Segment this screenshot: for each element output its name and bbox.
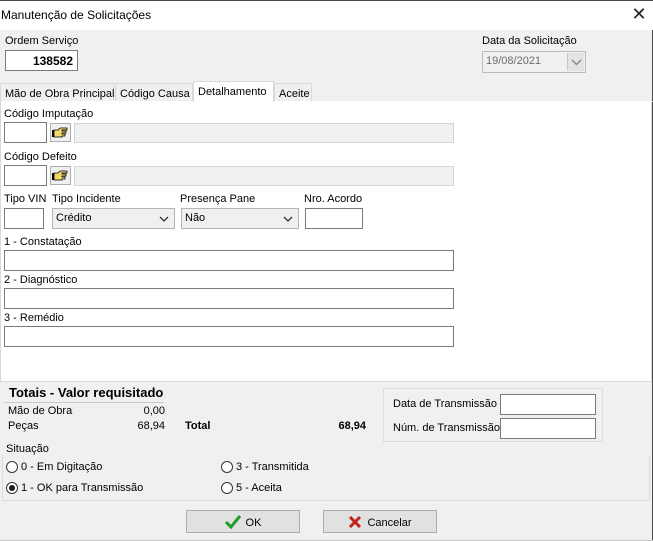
tab-mao-de-obra[interactable]: Mão de Obra Principal — [0, 83, 114, 102]
tab-detalhamento[interactable]: Detalhamento — [193, 81, 274, 102]
codigo-defeito-input[interactable] — [4, 165, 47, 186]
ok-button-label: OK — [245, 517, 262, 529]
mao-de-obra-value: 0,00 — [143, 405, 165, 417]
presenca-pane-value: Não — [185, 212, 206, 224]
data-transmissao-input[interactable] — [500, 394, 596, 415]
cancel-button-label: Cancelar — [367, 517, 412, 529]
tipo-incidente-label: Tipo Incidente — [52, 193, 121, 205]
radio-ok-transmissao-label[interactable]: 1 - OK para Transmissão — [21, 482, 143, 494]
radio-ok-transmissao[interactable] — [6, 482, 18, 494]
total-label: Total — [185, 420, 211, 432]
nro-acordo-label: Nro. Acordo — [304, 193, 363, 205]
window-title: Manutenção de Solicitações — [1, 8, 152, 22]
ok-button[interactable]: OK — [186, 510, 300, 533]
num-transmissao-label: Núm. de Transmissão — [393, 422, 500, 434]
ordem-servico-label: Ordem Serviço — [5, 35, 79, 47]
data-solicitacao-label: Data da Solicitação — [482, 35, 577, 47]
remedio-label: 3 - Remédio — [4, 312, 64, 324]
tipo-vin-input[interactable] — [4, 208, 44, 229]
defeito-lookup-button[interactable] — [50, 166, 71, 185]
data-transmissao-label: Data de Transmissão — [393, 398, 497, 410]
totais-title: Totais - Valor requisitado — [9, 385, 164, 400]
chevron-down-icon — [159, 216, 169, 222]
nro-acordo-input[interactable] — [305, 208, 363, 229]
cancel-button[interactable]: Cancelar — [323, 510, 437, 533]
presenca-pane-label: Presença Pane — [180, 193, 256, 205]
radio-transmitida[interactable] — [221, 461, 233, 473]
constatacao-input[interactable] — [4, 250, 454, 271]
tipo-vin-label: Tipo VIN — [4, 193, 47, 205]
radio-transmitida-label[interactable]: 3 - Transmitida — [236, 461, 309, 473]
radio-aceita-label[interactable]: 5 - Aceita — [236, 482, 282, 494]
codigo-defeito-label: Código Defeito — [4, 151, 77, 163]
totals-divider — [4, 402, 164, 403]
tipo-incidente-value: Crédito — [56, 212, 92, 224]
x-cross-icon — [349, 515, 362, 529]
imputacao-lookup-button[interactable] — [50, 123, 71, 142]
tipo-incidente-select[interactable]: Crédito — [52, 208, 175, 229]
num-transmissao-input[interactable] — [500, 418, 596, 439]
codigo-imputacao-label: Código Imputação — [4, 108, 94, 120]
pecas-value: 68,94 — [137, 420, 165, 432]
tab-codigo-causa[interactable]: Código Causa — [115, 83, 193, 102]
codigo-imputacao-input[interactable] — [4, 122, 47, 143]
date-dropdown-button[interactable] — [567, 53, 584, 71]
chevron-down-icon — [571, 59, 582, 66]
pecas-label: Peças — [8, 420, 39, 432]
mao-de-obra-label: Mão de Obra — [8, 405, 73, 417]
close-icon[interactable]: ✕ — [628, 4, 650, 26]
remedio-input[interactable] — [4, 326, 454, 347]
diagnostico-input[interactable] — [4, 288, 454, 309]
radio-aceita[interactable] — [221, 482, 233, 494]
constatacao-label: 1 - Constatação — [4, 236, 82, 248]
tab-aceite[interactable]: Aceite — [274, 83, 312, 102]
checkmark-icon — [224, 515, 241, 530]
imputacao-description — [74, 123, 454, 143]
defeito-description — [74, 166, 454, 186]
radio-em-digitacao[interactable] — [6, 461, 18, 473]
pointing-hand-icon — [52, 127, 68, 138]
pointing-hand-icon — [52, 170, 68, 181]
situacao-label: Situação — [6, 443, 49, 455]
diagnostico-label: 2 - Diagnóstico — [4, 274, 78, 286]
total-value: 68,94 — [338, 420, 366, 432]
chevron-down-icon — [283, 216, 293, 222]
presenca-pane-select[interactable]: Não — [181, 208, 299, 229]
radio-em-digitacao-label[interactable]: 0 - Em Digitação — [21, 461, 102, 473]
ordem-servico-field[interactable]: 138582 — [5, 50, 78, 71]
